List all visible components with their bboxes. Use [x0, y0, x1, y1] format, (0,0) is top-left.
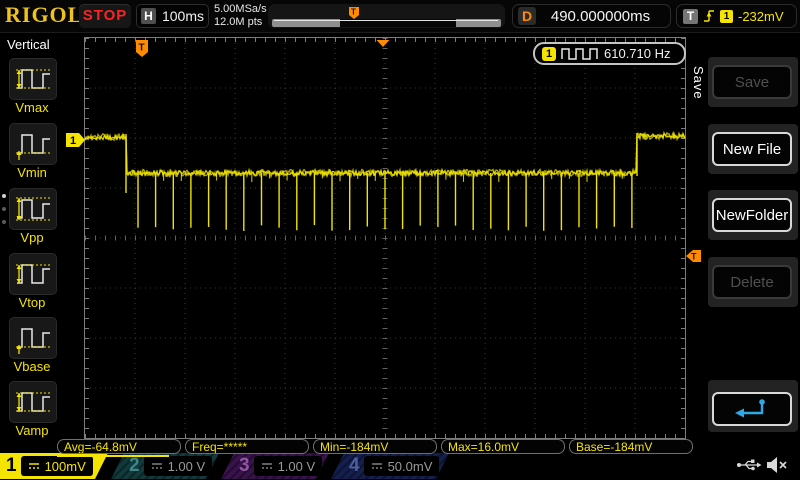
waveform-display: 1 T T [0, 0, 800, 480]
counter-channel-badge: 1 [542, 47, 556, 61]
measurement-item-3[interactable]: Min=-184mV [313, 439, 437, 454]
measurement-item-5[interactable]: Base=-184mV [569, 439, 693, 454]
trigger-position-marker[interactable]: T [136, 40, 148, 57]
measurement-item-2[interactable]: Freq=***** [185, 439, 309, 454]
counter-frequency-value: 610.710 Hz [604, 46, 671, 61]
measurement-selected-underline [57, 455, 169, 457]
svg-text:1: 1 [70, 135, 76, 147]
measurement-item-1[interactable]: Avg=-64.8mV [57, 439, 181, 454]
svg-text:T: T [691, 252, 697, 262]
channel1-reference-marker[interactable]: 1 [66, 133, 85, 147]
measurement-item-4[interactable]: Max=16.0mV [441, 439, 565, 454]
frequency-counter: 1 610.710 Hz [533, 42, 686, 65]
svg-text:T: T [139, 43, 145, 54]
oscilloscope-screen: 1TT RIGOL STOP H 100ms 5.00MSa/s 12.0M p… [0, 0, 800, 480]
square-wave-icon [561, 47, 599, 60]
trigger-level-marker[interactable]: T [686, 250, 701, 262]
horizontal-center-marker [377, 40, 390, 47]
